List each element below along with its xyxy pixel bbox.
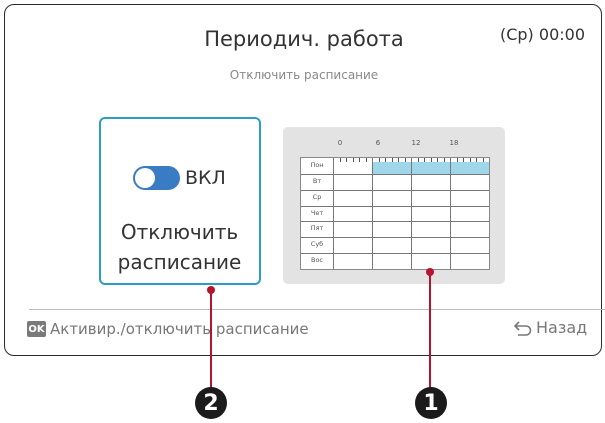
back-label: Назад <box>536 318 588 337</box>
schedule-row-line <box>301 253 489 255</box>
schedule-row-line <box>301 237 489 239</box>
device-screen: Периодич. работа (Ср) 00:00 Отключить ра… <box>4 4 605 356</box>
hour-label-0: 0 <box>337 139 343 147</box>
schedule-col-line <box>411 158 412 269</box>
schedule-hour-tick <box>365 158 367 162</box>
schedule-row-line <box>301 205 489 207</box>
schedule-hour-tick <box>391 158 393 162</box>
toggle-card-label-line2: расписание <box>117 250 242 274</box>
schedule-hour-tick <box>437 158 438 162</box>
schedule-day-label: Вт <box>312 176 322 185</box>
schedule-row-line <box>301 173 489 175</box>
back-arrow-icon <box>513 320 532 336</box>
schedule-hour-tick <box>463 158 464 162</box>
schedule-preview[interactable]: 0 6 12 18 Пон Вт Ср Чет Пят Суб Вос <box>283 127 505 284</box>
schedule-hour-tick <box>417 158 419 162</box>
hour-label-6: 6 <box>375 139 381 147</box>
toggle-card-label-line1: Отключить <box>120 220 239 244</box>
callout-marker-1: 1 <box>415 387 447 419</box>
schedule-active-bar <box>372 162 489 174</box>
schedule-grid: Пон Вт Ср Чет Пят Суб Вос <box>300 157 490 270</box>
schedule-hour-tick <box>469 158 471 162</box>
schedule-day-label: Суб <box>310 240 324 249</box>
callout-dot-1 <box>426 268 434 276</box>
schedule-row-line <box>301 221 489 223</box>
schedule-hour-tick <box>339 158 341 162</box>
hour-label-18: 18 <box>449 139 459 147</box>
schedule-day-label: Пон <box>310 161 324 169</box>
toggle-card-label: Отключить расписание <box>101 217 258 277</box>
schedule-day-label: Пят <box>310 224 324 233</box>
schedule-col-line <box>333 158 334 269</box>
schedule-hour-tick <box>443 158 445 162</box>
toggle-row: ВКЛ <box>133 166 226 190</box>
schedule-hour-tick <box>378 158 380 162</box>
footer-divider <box>29 309 605 310</box>
schedule-hour-tick <box>398 158 399 162</box>
schedule-day-label: Вос <box>310 256 323 265</box>
schedule-row-line <box>301 189 489 191</box>
hour-label-12: 12 <box>411 139 421 147</box>
schedule-hour-tick <box>385 158 386 162</box>
schedule-hour-tick <box>404 158 406 162</box>
schedule-hour-tick <box>352 158 354 162</box>
schedule-hour-tick <box>476 158 477 162</box>
ok-key-icon: OK <box>27 321 46 337</box>
schedule-day-label: Ср <box>312 192 322 201</box>
page-subtitle: Отключить расписание <box>229 68 379 82</box>
back-button[interactable]: Назад <box>513 318 587 337</box>
schedule-hour-tick <box>430 158 432 162</box>
schedule-day-label: Чет <box>310 208 324 217</box>
footer-hint-text: Активир./отключить расписание <box>50 320 309 338</box>
schedule-hour-tick <box>359 158 360 162</box>
schedule-hour-tick <box>346 158 347 162</box>
schedule-hour-tick <box>456 158 458 162</box>
schedule-col-line <box>450 158 451 269</box>
toggle-knob <box>135 168 155 188</box>
schedule-col-line <box>372 158 373 269</box>
footer-hint: OK Активир./отключить расписание <box>27 320 309 338</box>
callout-line-2 <box>210 290 212 390</box>
toggle-state-label: ВКЛ <box>185 167 226 189</box>
callout-line-1 <box>429 272 431 390</box>
schedule-toggle-card[interactable]: ВКЛ Отключить расписание <box>99 117 261 285</box>
callout-marker-2: 2 <box>195 387 227 419</box>
toggle-switch[interactable] <box>133 166 180 190</box>
schedule-hour-tick <box>482 158 484 162</box>
clock-display: (Ср) 00:00 <box>499 25 585 44</box>
schedule-hour-tick <box>424 158 425 162</box>
callout-dot-2 <box>207 286 215 294</box>
